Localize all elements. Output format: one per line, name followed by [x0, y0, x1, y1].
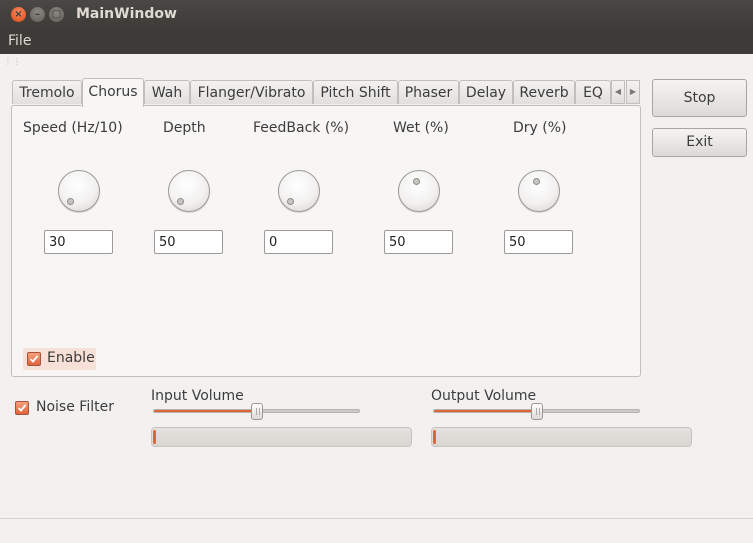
stop-button[interactable]: Stop — [652, 79, 747, 117]
speed-dial[interactable] — [58, 170, 100, 212]
input-volume-label: Input Volume — [151, 388, 244, 404]
tab-eq[interactable]: EQ — [575, 80, 611, 104]
checkmark-icon — [17, 404, 27, 412]
tab-delay[interactable]: Delay — [459, 80, 513, 104]
tab-reverb[interactable]: Reverb — [513, 80, 575, 104]
input-volume-slider-handle[interactable] — [250, 403, 263, 420]
window-titlebar: × – □ MainWindow — [0, 0, 753, 30]
dry-dial[interactable] — [518, 170, 560, 212]
feedback-label: FeedBack (%) — [253, 120, 350, 136]
tab-phaser[interactable]: Phaser — [398, 80, 459, 104]
output-level-meter — [431, 427, 692, 447]
chorus-panel: Speed (Hz/10) Depth FeedBack (%) Wet (%)… — [11, 105, 641, 377]
input-volume-slider[interactable] — [153, 403, 360, 420]
output-level-meter-fill — [433, 430, 436, 444]
minimize-icon[interactable]: – — [30, 7, 45, 22]
status-bar — [0, 518, 753, 543]
exit-button[interactable]: Exit — [652, 128, 747, 157]
wet-input[interactable] — [384, 230, 453, 254]
tab-flanger-vibrato[interactable]: Flanger/Vibrato — [190, 80, 313, 104]
tab-tremolo[interactable]: Tremolo — [12, 80, 82, 104]
input-level-meter — [151, 427, 412, 447]
depth-input[interactable] — [154, 230, 223, 254]
feedback-dial[interactable] — [278, 170, 320, 212]
enable-label: Enable — [47, 350, 95, 366]
noise-filter-checkbox[interactable] — [15, 401, 29, 415]
tab-scroll-right-icon[interactable]: ▶ — [626, 80, 640, 104]
output-volume-slider[interactable] — [433, 403, 640, 420]
tab-chorus[interactable]: Chorus — [82, 78, 144, 107]
menu-file[interactable]: File — [8, 33, 31, 49]
input-volume-slider-fill — [154, 410, 257, 412]
toolbar-grip-icon: ⋮⋮ — [4, 57, 22, 66]
depth-label: Depth — [163, 120, 206, 136]
wet-label: Wet (%) — [393, 120, 449, 136]
menu-bar: File — [0, 30, 753, 54]
noise-filter-label: Noise Filter — [36, 399, 114, 415]
window-title: MainWindow — [76, 6, 177, 22]
checkmark-icon — [29, 355, 39, 363]
tab-scroll-left-icon[interactable]: ◀ — [611, 80, 625, 104]
speed-input[interactable] — [44, 230, 113, 254]
enable-checkbox[interactable] — [27, 352, 41, 366]
depth-dial[interactable] — [168, 170, 210, 212]
enable-checkbox-row[interactable]: Enable — [23, 348, 96, 370]
close-icon[interactable]: × — [11, 7, 26, 22]
output-volume-slider-handle[interactable] — [530, 403, 543, 420]
output-volume-label: Output Volume — [431, 388, 537, 404]
maximize-icon[interactable]: □ — [49, 7, 64, 22]
dry-label: Dry (%) — [513, 120, 567, 136]
input-level-meter-fill — [153, 430, 156, 444]
dry-input[interactable] — [504, 230, 573, 254]
tab-wah[interactable]: Wah — [144, 80, 190, 104]
tab-pitch-shift[interactable]: Pitch Shift — [313, 80, 398, 104]
tab-bar: Tremolo Chorus Wah Flanger/Vibrato Pitch… — [12, 78, 622, 107]
output-volume-slider-fill — [434, 410, 537, 412]
wet-dial[interactable] — [398, 170, 440, 212]
speed-label: Speed (Hz/10) — [23, 120, 123, 136]
feedback-input[interactable] — [264, 230, 333, 254]
